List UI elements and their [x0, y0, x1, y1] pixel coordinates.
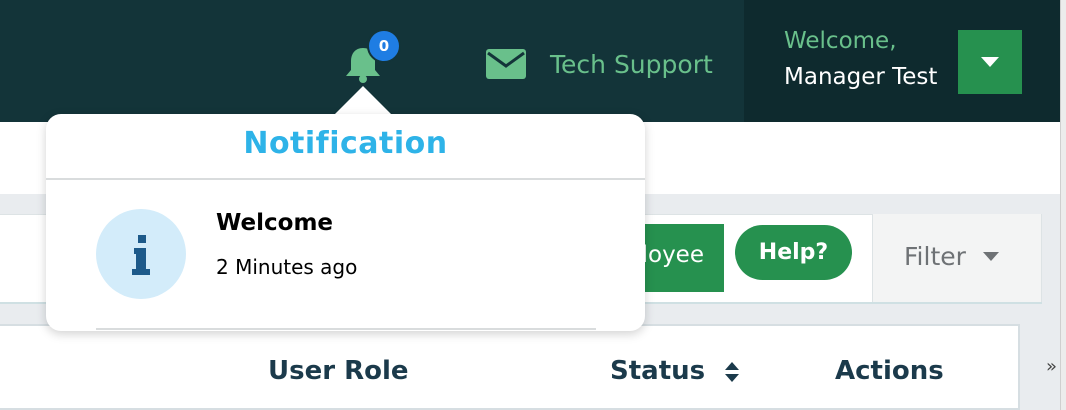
caret-down-icon: [983, 252, 999, 261]
notification-popover: Notification Welcome 2 Minutes ago: [46, 114, 645, 331]
info-icon: [96, 209, 186, 299]
user-menu-dropdown-button[interactable]: [958, 30, 1022, 94]
notification-item[interactable]: Welcome 2 Minutes ago: [46, 180, 645, 326]
table-header: User Role Status Actions: [0, 324, 1020, 410]
column-header-status[interactable]: Status: [610, 356, 740, 386]
popover-bottom-divider: [96, 328, 596, 330]
filter-label: Filter: [904, 242, 966, 271]
scroll-edge-indicator: »: [1046, 356, 1058, 377]
tech-support-link[interactable]: Tech Support: [486, 44, 713, 84]
filter-dropdown[interactable]: Filter: [872, 214, 1042, 302]
column-header-actions: Actions: [835, 356, 944, 386]
popover-caret: [333, 86, 393, 116]
notification-title: Notification: [243, 126, 448, 161]
status-header-label: Status: [610, 356, 706, 386]
user-name: Manager Test: [784, 64, 938, 90]
welcome-text: Welcome,: [784, 28, 897, 54]
notification-item-time: 2 Minutes ago: [216, 255, 358, 279]
envelope-icon: [486, 49, 526, 79]
tech-support-label: Tech Support: [550, 49, 713, 79]
notification-item-title: Welcome: [216, 210, 334, 236]
notification-count-badge: 0: [367, 29, 401, 63]
caret-down-icon: [981, 57, 999, 67]
column-header-user-role[interactable]: User Role: [268, 356, 409, 386]
help-button[interactable]: Help?: [735, 225, 852, 280]
sort-icon[interactable]: [724, 360, 740, 384]
window-edge: [1060, 0, 1066, 410]
